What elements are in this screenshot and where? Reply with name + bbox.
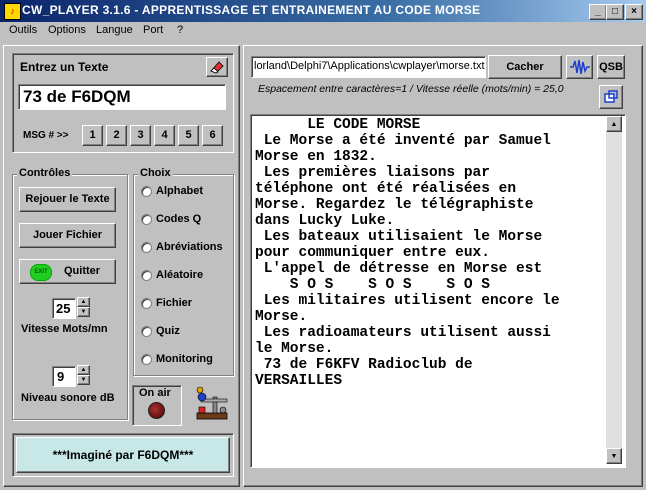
msg-button-2[interactable]: 2	[106, 125, 127, 146]
volume-down-arrow-icon[interactable]: ▼	[77, 375, 90, 385]
volume-up-arrow-icon[interactable]: ▲	[77, 365, 90, 375]
quit-button[interactable]: EXIT Quitter	[19, 259, 116, 284]
text-line: VERSAILLES	[255, 373, 343, 389]
text-area[interactable]: LE CODE MORSE Le Morse a été inventé par…	[250, 114, 626, 468]
status-text: Espacement entre caractères=1 / Vitesse …	[258, 83, 564, 95]
quit-label: Quitter	[64, 265, 101, 277]
text-line: L'appel de détresse en Morse est	[255, 261, 543, 277]
controls-title: Contrôles	[17, 167, 73, 179]
radio-abreviations-label[interactable]: Abréviations	[156, 241, 223, 253]
maximize-button[interactable]: □	[606, 4, 624, 20]
on-air-led-icon	[148, 402, 165, 419]
exit-icon: EXIT	[30, 264, 52, 281]
volume-field[interactable]: 9	[52, 366, 76, 387]
text-line: S O S S O S S O S	[255, 277, 490, 293]
text-line: dans Lucky Luke.	[255, 213, 395, 229]
radio-codes-q[interactable]	[141, 214, 152, 225]
text-line: Les bateaux utilisaient le Morse	[255, 229, 543, 245]
speed-up-arrow-icon[interactable]: ▲	[77, 297, 90, 307]
text-line: Les premières liaisons par	[255, 165, 490, 181]
speed-spinner[interactable]: ▲ ▼	[77, 297, 90, 318]
play-file-button[interactable]: Jouer Fichier	[19, 223, 116, 248]
volume-value: 9	[57, 369, 65, 384]
text-line: téléphone ont été réalisées en	[255, 181, 517, 197]
file-path-field[interactable]: lorland\Delphi7\Applications\cwplayer\mo…	[251, 56, 486, 78]
on-air-label: On air	[139, 387, 171, 399]
restore-window-button[interactable]	[599, 85, 623, 109]
replay-text-button[interactable]: Rejouer le Texte	[19, 187, 116, 212]
msg-button-5[interactable]: 5	[178, 125, 199, 146]
file-path-value: lorland\Delphi7\Applications\cwplayer\mo…	[254, 60, 485, 72]
entry-panel: Entrez un Texte 73 de F6DQM MSG # >> 1 2…	[12, 53, 234, 153]
window-restore-icon	[604, 90, 618, 103]
text-line: 73 de F6KFV Radioclub de	[255, 357, 473, 373]
msg-label: MSG # >>	[23, 130, 69, 141]
radio-codes-q-label[interactable]: Codes Q	[156, 213, 201, 225]
speed-value: 25	[56, 301, 71, 316]
menu-options[interactable]: Options	[48, 24, 86, 36]
text-line: Morse en 1832.	[255, 149, 377, 165]
credit-panel: ***Imaginé par F6DQM***	[12, 433, 234, 477]
on-air-panel: On air	[132, 385, 182, 426]
choix-title: Choix	[138, 167, 173, 179]
waveform-button[interactable]	[566, 55, 593, 79]
text-area-content: LE CODE MORSE Le Morse a été inventé par…	[255, 117, 605, 389]
waveform-icon	[569, 59, 590, 75]
radio-aleatoire[interactable]	[141, 270, 152, 281]
credit-text: ***Imaginé par F6DQM***	[52, 448, 194, 462]
scrollbar[interactable]: ▲ ▼	[606, 116, 622, 464]
volume-spinner[interactable]: ▲ ▼	[77, 365, 90, 386]
msg-button-4[interactable]: 4	[154, 125, 175, 146]
text-line: LE CODE MORSE	[255, 117, 421, 133]
msg-button-1[interactable]: 1	[82, 125, 103, 146]
menu-langue[interactable]: Langue	[96, 24, 133, 36]
menu-help[interactable]: ?	[177, 24, 183, 36]
radio-quiz[interactable]	[141, 326, 152, 337]
radio-monitoring-label[interactable]: Monitoring	[156, 353, 213, 365]
speed-field[interactable]: 25	[52, 298, 76, 319]
text-line: Les militaires utilisent encore le	[255, 293, 560, 309]
radio-monitoring[interactable]	[141, 354, 152, 365]
scroll-up-icon[interactable]: ▲	[606, 116, 622, 132]
text-line: Le Morse a été inventé par Samuel	[255, 133, 551, 149]
close-button[interactable]: ×	[625, 4, 643, 20]
text-line: le Morse.	[255, 341, 334, 357]
radio-fichier[interactable]	[141, 298, 152, 309]
window-title: CW_PLAYER 3.1.6 - APPRENTISSAGE ET ENTRA…	[22, 3, 481, 17]
speed-label: Vitesse Mots/mn	[21, 323, 108, 335]
radio-quiz-label[interactable]: Quiz	[156, 325, 180, 337]
msg-button-6[interactable]: 6	[202, 125, 223, 146]
morse-key-icon	[196, 386, 228, 420]
radio-aleatoire-label[interactable]: Aléatoire	[156, 269, 203, 281]
credit-box: ***Imaginé par F6DQM***	[16, 437, 230, 473]
menu-bar: Outils Options Langue Port ?	[0, 22, 646, 41]
text-line: Morse.	[255, 309, 308, 325]
menu-port[interactable]: Port	[143, 24, 163, 36]
radio-fichier-label[interactable]: Fichier	[156, 297, 192, 309]
entry-label: Entrez un Texte	[20, 60, 109, 74]
menu-outils[interactable]: Outils	[9, 24, 37, 36]
speed-down-arrow-icon[interactable]: ▼	[77, 307, 90, 317]
scroll-down-icon[interactable]: ▼	[606, 448, 622, 464]
text-input-value: 73 de F6DQM	[23, 87, 131, 106]
eraser-icon	[210, 61, 224, 74]
volume-label: Niveau sonore dB	[21, 392, 115, 404]
app-icon: ♪	[4, 3, 21, 20]
hide-button[interactable]: Cacher	[488, 55, 562, 79]
qsb-button[interactable]: QSB	[597, 55, 625, 79]
radio-alphabet[interactable]	[141, 186, 152, 197]
msg-button-3[interactable]: 3	[130, 125, 151, 146]
radio-abreviations[interactable]	[141, 242, 152, 253]
minimize-button[interactable]: _	[589, 4, 607, 20]
text-line: Morse. Regardez le télégraphiste	[255, 197, 534, 213]
clear-text-button[interactable]	[206, 57, 228, 77]
text-line: pour communiquer entre eux.	[255, 245, 490, 261]
text-line: Les radioamateurs utilisent aussi	[255, 325, 551, 341]
title-bar[interactable]: ♪ CW_PLAYER 3.1.6 - APPRENTISSAGE ET ENT…	[0, 0, 646, 22]
text-input[interactable]: 73 de F6DQM	[18, 84, 226, 110]
radio-alphabet-label[interactable]: Alphabet	[156, 185, 203, 197]
